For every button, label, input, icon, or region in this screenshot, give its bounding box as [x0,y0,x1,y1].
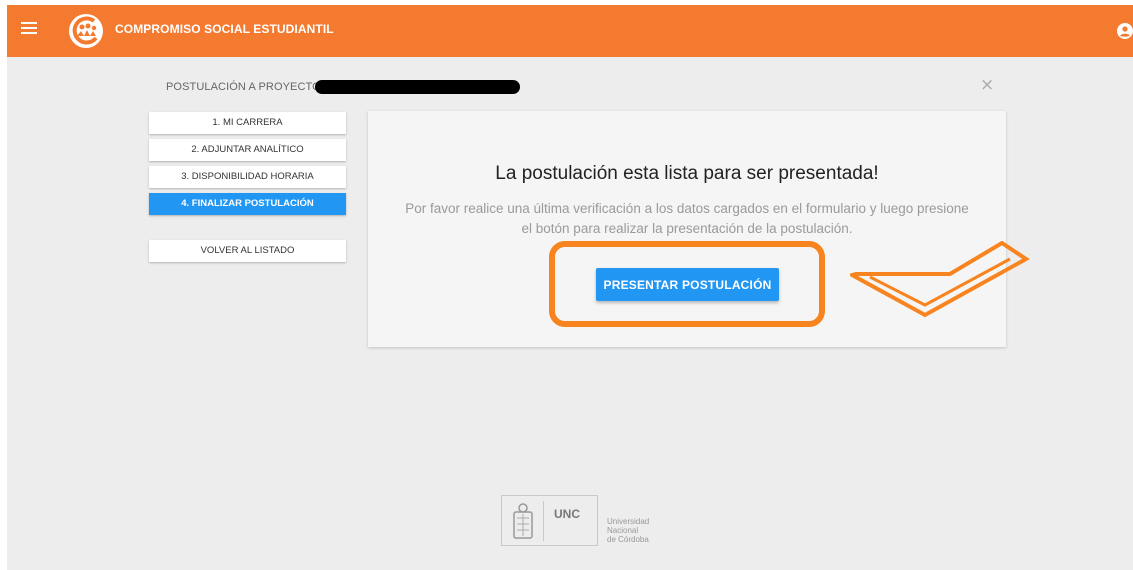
step-adjuntar-analitico[interactable]: 2. ADJUNTAR ANALÍTICO [149,139,346,161]
app-window: COMPROMISO SOCIAL ESTUDIANTIL POSTULACIÓ… [7,5,1133,570]
university-name: Universidad Nacional de Córdoba [607,517,649,544]
card-instructions: Por favor realice una última verificació… [405,201,969,236]
unc-abbreviation: UNC [554,507,580,521]
back-to-list-button[interactable]: VOLVER AL LISTADO [149,240,346,262]
logo-icon [69,14,103,48]
final-step-card: La postulación esta lista para ser prese… [368,111,1006,347]
university-seal-icon [513,503,533,539]
redacted-project-name [315,80,520,94]
app-title: COMPROMISO SOCIAL ESTUDIANTIL [115,22,334,36]
university-name-line: de Córdoba [607,535,649,544]
hamburger-menu-icon[interactable] [21,22,37,38]
unc-logo: UNC [501,495,598,546]
card-title: La postulación esta lista para ser prese… [495,163,879,184]
step-disponibilidad-horaria[interactable]: 3. DISPONIBILIDAD HORARIA [149,166,346,188]
step-finalizar-postulacion[interactable]: 4. FINALIZAR POSTULACIÓN [149,193,346,215]
step-mi-carrera[interactable]: 1. MI CARRERA [149,112,346,134]
user-account-icon[interactable] [1117,23,1133,39]
close-icon[interactable]: × [980,75,994,95]
footer-divider [543,501,544,541]
university-name-line: Universidad [607,517,650,526]
present-application-button[interactable]: PRESENTAR POSTULACIÓN [596,268,779,301]
top-app-bar: COMPROMISO SOCIAL ESTUDIANTIL [7,5,1133,57]
project-heading: POSTULACIÓN A PROYECTO: [166,81,324,93]
university-name-line: Nacional [607,526,639,535]
